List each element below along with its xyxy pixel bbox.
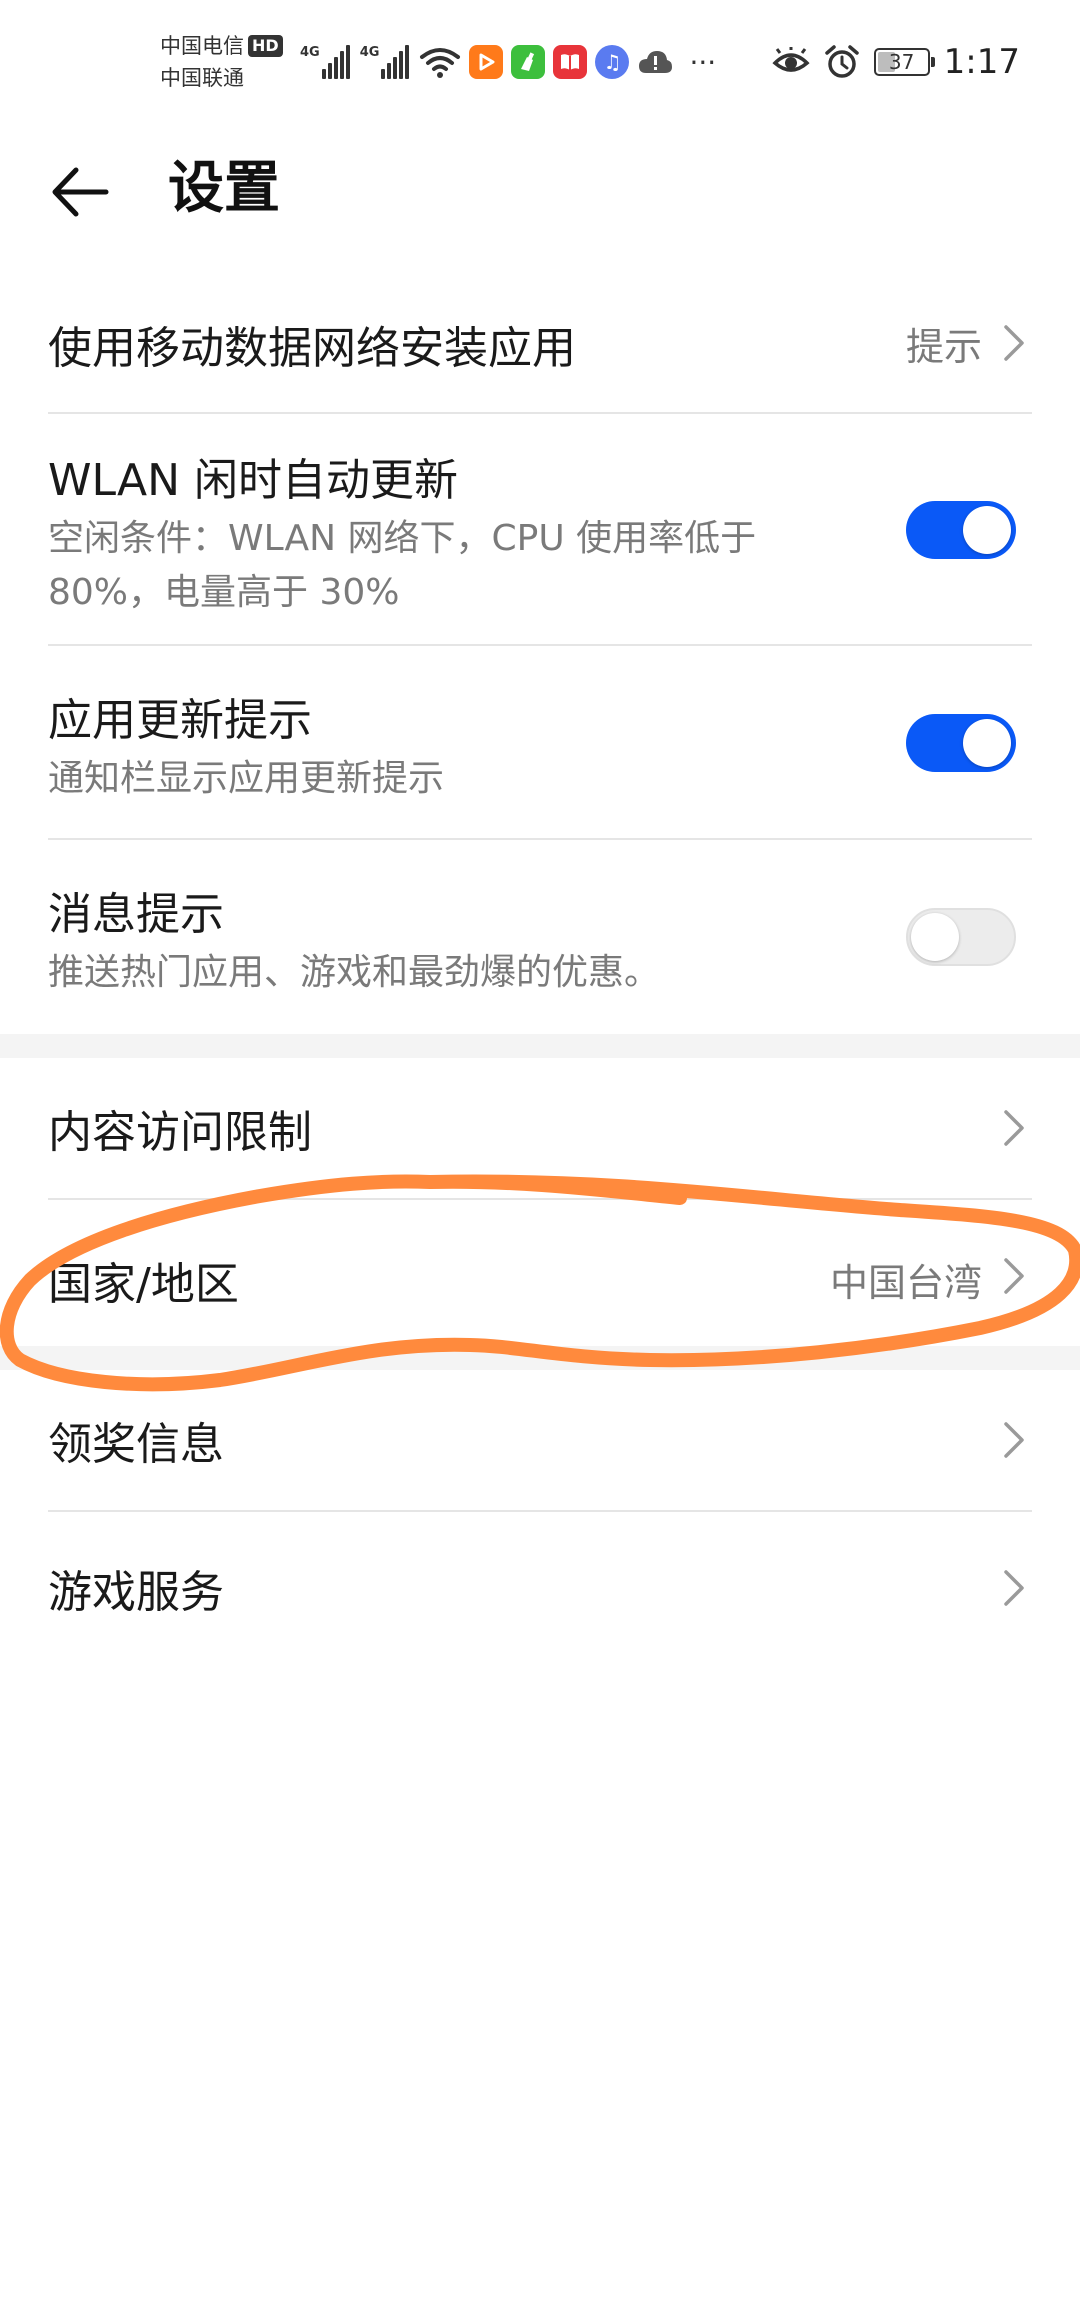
chevron-right-icon (1004, 1570, 1024, 1606)
signal-1-icon: 4G (300, 45, 352, 79)
carrier-1-label: 中国电信 (160, 34, 244, 58)
prize-info-label: 领奖信息 (48, 1419, 224, 1470)
game-service-label: 游戏服务 (48, 1567, 224, 1618)
region-value: 中国台湾 (829, 1261, 982, 1305)
status-bar: 中国电信 HD 中国联通 4G 4G ♫ ··· 37 1:17 (0, 0, 1080, 124)
more-notifications-indicator: ··· (689, 45, 717, 79)
hd-badge: HD (248, 35, 283, 57)
carrier-info: 中国电信 HD 中国联通 (160, 30, 283, 94)
network-2-label: 4G (359, 45, 380, 60)
wlan-auto-update-desc: 空闲条件：WLAN 网络下，CPU 使用率低于 80%，电量高于 30% (48, 518, 757, 613)
section-divider (0, 1034, 1080, 1058)
message-notice-label: 消息提示 (48, 889, 224, 940)
update-notice-row: 应用更新提示 通知栏显示应用更新提示 (48, 646, 1032, 840)
wlan-auto-update-toggle[interactable] (906, 501, 1016, 559)
battery-level: 37 (888, 50, 915, 74)
page-title: 设置 (168, 156, 280, 221)
settings-screen: 中国电信 HD 中国联通 4G 4G ♫ ··· 37 1:17 设置 使用移动… (0, 0, 1080, 2310)
update-notice-toggle[interactable] (906, 714, 1016, 772)
prize-info-row[interactable]: 领奖信息 (48, 1370, 1032, 1512)
wlan-auto-update-label: WLAN 闲时自动更新 (48, 455, 459, 506)
signal-2-icon: 4G (360, 45, 412, 79)
message-notice-desc: 推送热门应用、游戏和最劲爆的优惠。 (48, 952, 661, 993)
back-arrow-icon (52, 167, 109, 217)
mobile-data-install-row[interactable]: 使用移动数据网络安装应用 提示 (48, 276, 1032, 414)
section-divider (0, 1346, 1080, 1370)
clock: 1:17 (943, 42, 1020, 82)
content-restriction-row[interactable]: 内容访问限制 (48, 1058, 1032, 1200)
eye-comfort-icon (772, 47, 810, 72)
chevron-right-icon (1004, 325, 1024, 361)
status-icons: 4G 4G ♫ ··· (300, 40, 716, 84)
status-right: 37 1:17 (772, 36, 1020, 88)
region-row[interactable]: 国家/地区 中国台湾 (48, 1200, 1032, 1346)
update-notice-desc: 通知栏显示应用更新提示 (48, 758, 445, 799)
chevron-right-icon (1004, 1422, 1024, 1458)
message-notice-row: 消息提示 推送热门应用、游戏和最劲爆的优惠。 (48, 840, 1032, 1034)
game-service-row[interactable]: 游戏服务 (48, 1512, 1032, 1658)
back-button[interactable] (40, 152, 120, 232)
book-app-icon (553, 45, 588, 79)
video-app-icon (469, 45, 504, 79)
wifi-icon (420, 48, 461, 78)
cloud-alert-icon (639, 51, 673, 73)
title-bar: 设置 (0, 124, 1080, 254)
chevron-right-icon (1004, 1258, 1024, 1294)
chevron-right-icon (1004, 1110, 1024, 1146)
mobile-data-install-label: 使用移动数据网络安装应用 (48, 323, 576, 374)
content-restriction-label: 内容访问限制 (48, 1107, 312, 1158)
message-notice-toggle[interactable] (906, 908, 1016, 966)
battery-icon: 37 (873, 48, 935, 76)
wlan-auto-update-row: WLAN 闲时自动更新 空闲条件：WLAN 网络下，CPU 使用率低于 80%，… (48, 414, 1032, 646)
network-1-label: 4G (300, 45, 320, 60)
carrier-2-label: 中国联通 (160, 66, 244, 90)
alarm-icon (824, 45, 859, 78)
update-notice-label: 应用更新提示 (48, 695, 312, 746)
cleaner-app-icon (511, 45, 546, 79)
music-app-icon: ♫ (595, 45, 630, 79)
mobile-data-install-value: 提示 (905, 325, 982, 369)
region-label: 国家/地区 (48, 1259, 239, 1310)
